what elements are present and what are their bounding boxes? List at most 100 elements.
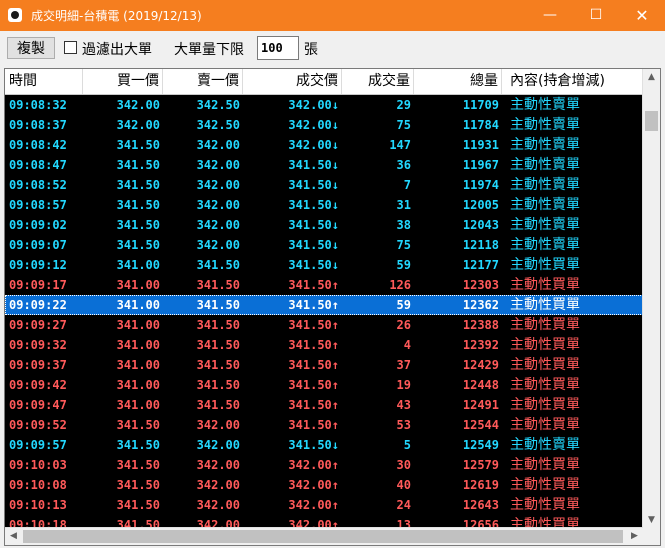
cell-price: 341.50↓	[288, 198, 339, 212]
cell-total: 12429	[462, 358, 499, 372]
cell-time: 09:08:47	[9, 158, 67, 172]
table-row[interactable]: 09:09:12 341.00 341.50 341.50↓ 59 12177 主動性買單	[5, 255, 643, 275]
horizontal-scroll-thumb[interactable]	[23, 530, 623, 543]
unit-label: 張	[304, 42, 318, 58]
cell-desc: 主動性買單	[510, 257, 580, 273]
table-row[interactable]: 09:09:47 341.00 341.50 341.50↑ 43 12491 主動性買單	[5, 395, 643, 415]
cell-total: 12619	[462, 478, 499, 492]
cell-bid: 341.50	[116, 178, 160, 192]
filter-checkbox[interactable]	[64, 41, 77, 54]
scroll-down-icon[interactable]: ▼	[643, 512, 660, 529]
copy-button[interactable]: 複製	[7, 37, 55, 59]
table-row[interactable]: 09:09:32 341.00 341.50 341.50↑ 4 12392 主動性買單	[5, 335, 643, 355]
cell-time: 09:09:22	[9, 298, 67, 312]
cell-total: 12043	[462, 218, 499, 232]
col-header-total[interactable]: 總量	[414, 69, 502, 94]
table-row[interactable]: 09:10:08 341.50 342.00 342.00↑ 40 12619 主動性買單	[5, 475, 643, 495]
limit-input[interactable]: 100	[257, 36, 299, 60]
cell-price: 342.00↑	[288, 478, 339, 492]
cell-ask: 342.00	[196, 218, 240, 232]
table-row[interactable]: 09:10:13 341.50 342.00 342.00↑ 24 12643 主動性買單	[5, 495, 643, 515]
cell-bid: 341.50	[116, 458, 160, 472]
table-row[interactable]: 09:09:07 341.50 342.00 341.50↓ 75 12118 主動性賣單	[5, 235, 643, 255]
cell-total: 12392	[462, 338, 499, 352]
cell-time: 09:09:42	[9, 378, 67, 392]
cell-price: 342.00↓	[288, 98, 339, 112]
cell-total: 12579	[462, 458, 499, 472]
cell-vol: 59	[396, 298, 411, 312]
app-icon[interactable]	[8, 8, 22, 22]
cell-vol: 126	[389, 278, 411, 292]
table-row[interactable]: 09:09:17 341.00 341.50 341.50↑ 126 12303 主動性買單	[5, 275, 643, 295]
cell-ask: 342.00	[196, 138, 240, 152]
cell-ask: 341.50	[196, 358, 240, 372]
minimize-button[interactable]: —	[527, 0, 573, 31]
close-button[interactable]: ✕	[619, 0, 665, 31]
vertical-scroll-thumb[interactable]	[645, 111, 658, 131]
cell-desc: 主動性買單	[510, 277, 580, 293]
cell-vol: 19	[396, 378, 411, 392]
cell-time: 09:09:47	[9, 398, 67, 412]
cell-ask: 341.50	[196, 278, 240, 292]
cell-time: 09:08:52	[9, 178, 67, 192]
table-row[interactable]: 09:09:37 341.00 341.50 341.50↑ 37 12429 主動性買單	[5, 355, 643, 375]
cell-ask: 342.00	[196, 158, 240, 172]
cell-ask: 341.50	[196, 258, 240, 272]
col-header-volume[interactable]: 成交量	[342, 69, 414, 94]
cell-bid: 341.50	[116, 138, 160, 152]
scroll-up-icon[interactable]: ▲	[643, 69, 660, 86]
cell-price: 341.50↑	[288, 378, 339, 392]
cell-time: 09:09:17	[9, 278, 67, 292]
table-row[interactable]: 09:08:47 341.50 342.00 341.50↓ 36 11967 主動性賣單	[5, 155, 643, 175]
table-row[interactable]: 09:08:57 341.50 342.00 341.50↓ 31 12005 主動性賣單	[5, 195, 643, 215]
cell-ask: 342.00	[196, 438, 240, 452]
table-row[interactable]: 09:09:27 341.00 341.50 341.50↑ 26 12388 主動性買單	[5, 315, 643, 335]
cell-price: 341.50↓	[288, 238, 339, 252]
table-row[interactable]: 09:09:52 341.50 342.00 341.50↑ 53 12544 主動性買單	[5, 415, 643, 435]
cell-price: 341.50↑	[288, 318, 339, 332]
cell-price: 342.00↓	[288, 118, 339, 132]
table-row[interactable]: 09:09:57 341.50 342.00 341.50↓ 5 12549 主動性賣單	[5, 435, 643, 455]
table-row[interactable]: 09:08:42 341.50 342.00 342.00↓ 147 11931 主動性賣單	[5, 135, 643, 155]
table-row[interactable]: 09:08:52 341.50 342.00 341.50↓ 7 11974 主動性賣單	[5, 175, 643, 195]
table-row[interactable]: 09:08:37 342.00 342.50 342.00↓ 75 11784 主動性賣單	[5, 115, 643, 135]
toolbar: 複製 過濾出大單 大單量下限 100 張	[0, 31, 665, 67]
cell-price: 342.00↑	[288, 458, 339, 472]
cell-desc: 主動性買單	[510, 497, 580, 513]
cell-total: 12544	[462, 418, 499, 432]
filter-label[interactable]: 過濾出大單	[82, 39, 152, 59]
col-header-ask[interactable]: 賣一價	[163, 69, 243, 94]
table-row[interactable]: 09:09:02 341.50 342.00 341.50↓ 38 12043 主動性賣單	[5, 215, 643, 235]
table-row[interactable]: 09:10:03 341.50 342.00 342.00↑ 30 12579 主動性買單	[5, 455, 643, 475]
col-header-time[interactable]: 時間	[5, 69, 83, 94]
horizontal-scrollbar[interactable]: ◀ ▶	[5, 527, 643, 545]
table-row[interactable]: 09:09:42 341.00 341.50 341.50↑ 19 12448 主動性買單	[5, 375, 643, 395]
cell-total: 11709	[462, 98, 499, 112]
cell-total: 12362	[462, 298, 499, 312]
cell-desc: 主動性賣單	[510, 197, 580, 213]
cell-desc: 主動性買單	[510, 317, 580, 333]
cell-vol: 59	[396, 258, 411, 272]
cell-price: 341.50↑	[288, 418, 339, 432]
vertical-scrollbar[interactable]: ▲ ▼	[642, 69, 660, 529]
cell-time: 09:09:12	[9, 258, 67, 272]
scroll-left-icon[interactable]: ◀	[5, 528, 22, 545]
cell-bid: 341.50	[116, 198, 160, 212]
cell-desc: 主動性賣單	[510, 97, 580, 113]
table-row[interactable]: 09:09:22 341.00 341.50 341.50↑ 59 12362 主動性買單	[5, 295, 643, 315]
maximize-button[interactable]: ☐	[573, 0, 619, 31]
window-title: 成交明細-台積電 (2019/12/13)	[31, 9, 202, 23]
cell-vol: 75	[396, 118, 411, 132]
cell-desc: 主動性賣單	[510, 237, 580, 253]
limit-label: 大單量下限	[174, 42, 244, 58]
table-row[interactable]: 09:08:32 342.00 342.50 342.00↓ 29 11709 主動性賣單	[5, 95, 643, 115]
cell-time: 09:08:32	[9, 98, 67, 112]
col-header-bid[interactable]: 買一價	[83, 69, 163, 94]
cell-desc: 主動性賣單	[510, 217, 580, 233]
col-header-price[interactable]: 成交價	[243, 69, 342, 94]
scrollbar-corner	[643, 528, 660, 545]
cell-time: 09:10:13	[9, 498, 67, 512]
col-header-desc[interactable]: 內容(持倉增減)	[502, 69, 643, 94]
cell-bid: 341.00	[116, 338, 160, 352]
scroll-right-icon[interactable]: ▶	[626, 528, 643, 545]
